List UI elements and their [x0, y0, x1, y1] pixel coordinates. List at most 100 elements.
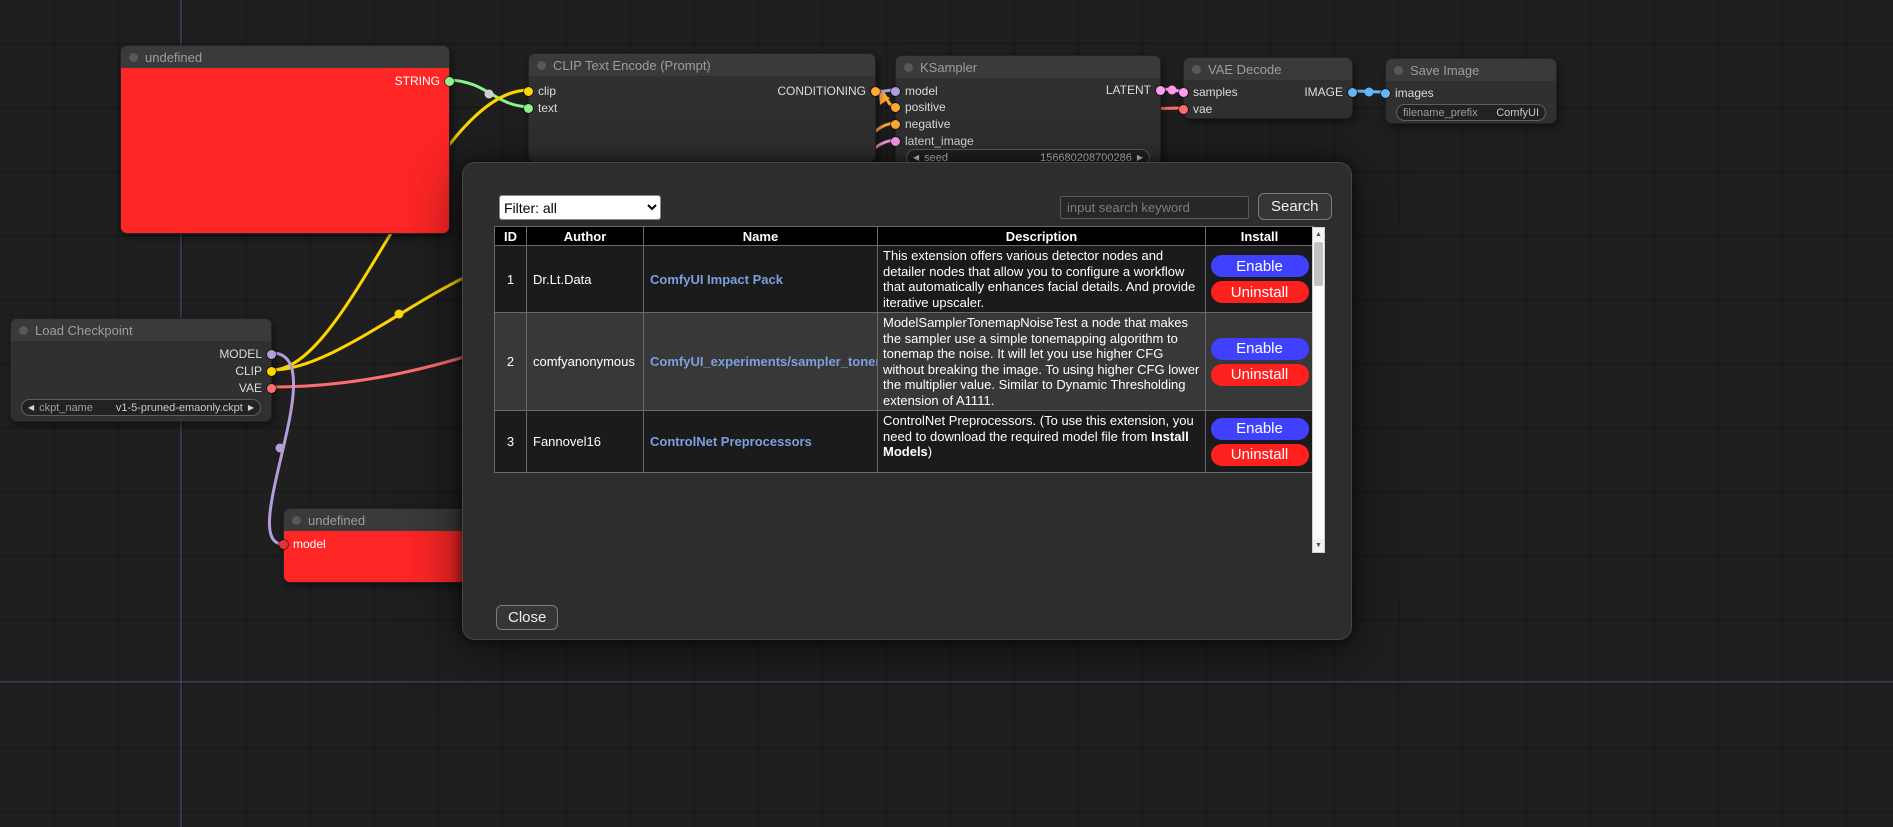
node-vae-decode[interactable]: VAE Decode samples vae IMAGE	[1183, 57, 1353, 119]
node-title: Save Image	[1410, 63, 1479, 78]
input-dot-text[interactable]	[524, 104, 533, 113]
output-dot-latent[interactable]	[1156, 86, 1165, 95]
scroll-up-icon[interactable]: ▲	[1313, 228, 1324, 241]
increment-arrow-icon[interactable]: ▶	[1137, 154, 1143, 162]
collapse-dot-icon[interactable]	[292, 516, 301, 525]
collapse-dot-icon[interactable]	[904, 63, 913, 72]
prev-arrow-icon[interactable]: ◀	[28, 404, 34, 412]
column-header: Description	[878, 227, 1206, 246]
link-midpoint-dot	[1365, 88, 1374, 97]
column-header: Author	[527, 227, 644, 246]
node-title: undefined	[308, 513, 365, 528]
slot-label: IMAGE	[1304, 85, 1343, 99]
output-dot-clip[interactable]	[267, 367, 276, 376]
slot-label: samples	[1193, 85, 1238, 99]
enable-button[interactable]: Enable	[1211, 255, 1309, 277]
custom-nodes-manager-dialog: Filter: all Search IDAuthorNameDescripti…	[462, 162, 1352, 640]
scrollbar-thumb[interactable]	[1314, 242, 1323, 286]
uninstall-button[interactable]: Uninstall	[1211, 444, 1309, 466]
input-dot-latent-image[interactable]	[891, 137, 900, 146]
cell-name: ComfyUI Impact Pack	[644, 246, 878, 313]
search-input[interactable]	[1060, 196, 1249, 219]
column-header: ID	[495, 227, 527, 246]
extension-name-link[interactable]: ControlNet Preprocessors	[650, 434, 812, 449]
collapse-dot-icon[interactable]	[537, 61, 546, 70]
ckpt-name-widget[interactable]: ◀ ckpt_name v1-5-pruned-emaonly.ckpt ▶	[21, 399, 261, 416]
uninstall-button[interactable]: Uninstall	[1211, 364, 1309, 386]
widget-value: ComfyUI	[1496, 107, 1539, 119]
input-dot-clip[interactable]	[524, 87, 533, 96]
missing-node-body	[121, 68, 449, 233]
table-row: 2comfyanonymous ComfyUI_experiments/sampl…	[495, 313, 1314, 411]
enable-button[interactable]: Enable	[1211, 418, 1309, 440]
extensions-table-body: 1Dr.Lt.DataComfyUI Impact PackThis exten…	[495, 246, 1314, 473]
cell-id: 3	[495, 411, 527, 473]
cell-install: Enable Uninstall	[1206, 411, 1314, 473]
node-undefined-top[interactable]: undefined STRING	[120, 45, 450, 234]
node-ksampler[interactable]: KSampler model positive negative latent_…	[895, 55, 1161, 167]
cell-name: ComfyUI_experiments/sampler_tonemap	[644, 313, 878, 411]
link-midpoint-dot	[276, 444, 285, 453]
link-midpoint-dot	[395, 310, 404, 319]
filter-select[interactable]: Filter: all	[499, 195, 661, 220]
node-save-image[interactable]: Save Image images filename_prefix ComfyU…	[1385, 58, 1557, 124]
slot-label: CLIP	[235, 364, 262, 378]
node-title: undefined	[145, 50, 202, 65]
output-dot-model[interactable]	[267, 350, 276, 359]
table-scrollbar[interactable]: ▲ ▼	[1312, 227, 1325, 553]
enable-button[interactable]: Enable	[1211, 338, 1309, 360]
input-dot-model[interactable]	[891, 87, 900, 96]
slot-label: STRING	[395, 74, 440, 88]
slot-label: latent_image	[905, 134, 974, 148]
next-arrow-icon[interactable]: ▶	[248, 404, 254, 412]
input-dot-model[interactable]	[279, 540, 288, 549]
column-header: Name	[644, 227, 878, 246]
widget-label: ckpt_name	[39, 402, 93, 414]
node-load-checkpoint[interactable]: Load Checkpoint MODEL CLIP VAE ◀ ckpt_na…	[10, 318, 272, 422]
node-title: KSampler	[920, 60, 977, 75]
node-title: Load Checkpoint	[35, 323, 133, 338]
input-dot-negative[interactable]	[891, 120, 900, 129]
filename-prefix-widget[interactable]: filename_prefix ComfyUI	[1396, 104, 1546, 121]
cell-id: 2	[495, 313, 527, 411]
slot-label: CONDITIONING	[777, 84, 866, 98]
input-dot-images[interactable]	[1381, 89, 1390, 98]
cell-install: Enable Uninstall	[1206, 313, 1314, 411]
slot-label: MODEL	[219, 347, 262, 361]
table-row: 3Fannovel16 ControlNet Preprocessors Contr…	[495, 411, 1314, 473]
cell-install: Enable Uninstall	[1206, 246, 1314, 313]
node-clip-text-encode[interactable]: CLIP Text Encode (Prompt) clip text COND…	[528, 53, 876, 163]
input-dot-samples[interactable]	[1179, 88, 1188, 97]
collapse-dot-icon[interactable]	[1192, 65, 1201, 74]
slot-label: positive	[905, 100, 946, 114]
node-title: VAE Decode	[1208, 62, 1281, 77]
input-dot-positive[interactable]	[891, 103, 900, 112]
scroll-down-icon[interactable]: ▼	[1313, 539, 1324, 552]
output-dot-string[interactable]	[445, 77, 454, 86]
search-button[interactable]: Search	[1258, 193, 1332, 220]
extension-name-link[interactable]: ComfyUI Impact Pack	[650, 272, 783, 287]
cell-author: Fannovel16	[527, 411, 644, 473]
slot-label: text	[538, 101, 557, 115]
output-dot-vae[interactable]	[267, 384, 276, 393]
cell-description: ModelSamplerTonemapNoiseTest a node that…	[878, 313, 1206, 411]
extensions-table-head-row: IDAuthorNameDescriptionInstall	[495, 227, 1314, 246]
decrement-arrow-icon[interactable]: ◀	[913, 154, 919, 162]
output-dot-conditioning[interactable]	[871, 87, 880, 96]
cell-id: 1	[495, 246, 527, 313]
extensions-table: IDAuthorNameDescriptionInstall 1Dr.Lt.Da…	[494, 226, 1314, 473]
cell-author: comfyanonymous	[527, 313, 644, 411]
slot-label: LATENT	[1106, 83, 1151, 97]
widget-label: filename_prefix	[1403, 107, 1478, 119]
collapse-dot-icon[interactable]	[19, 326, 28, 335]
slot-label: images	[1395, 86, 1434, 100]
uninstall-button[interactable]: Uninstall	[1211, 281, 1309, 303]
output-dot-image[interactable]	[1348, 88, 1357, 97]
input-dot-vae[interactable]	[1179, 105, 1188, 114]
collapse-dot-icon[interactable]	[129, 53, 138, 62]
extension-name-link[interactable]: ComfyUI_experiments/sampler_tonemap	[650, 354, 878, 369]
close-button[interactable]: Close	[496, 605, 558, 630]
cell-description: ControlNet Preprocessors. (To use this e…	[878, 411, 1206, 473]
slot-label: model	[293, 537, 326, 551]
collapse-dot-icon[interactable]	[1394, 66, 1403, 75]
